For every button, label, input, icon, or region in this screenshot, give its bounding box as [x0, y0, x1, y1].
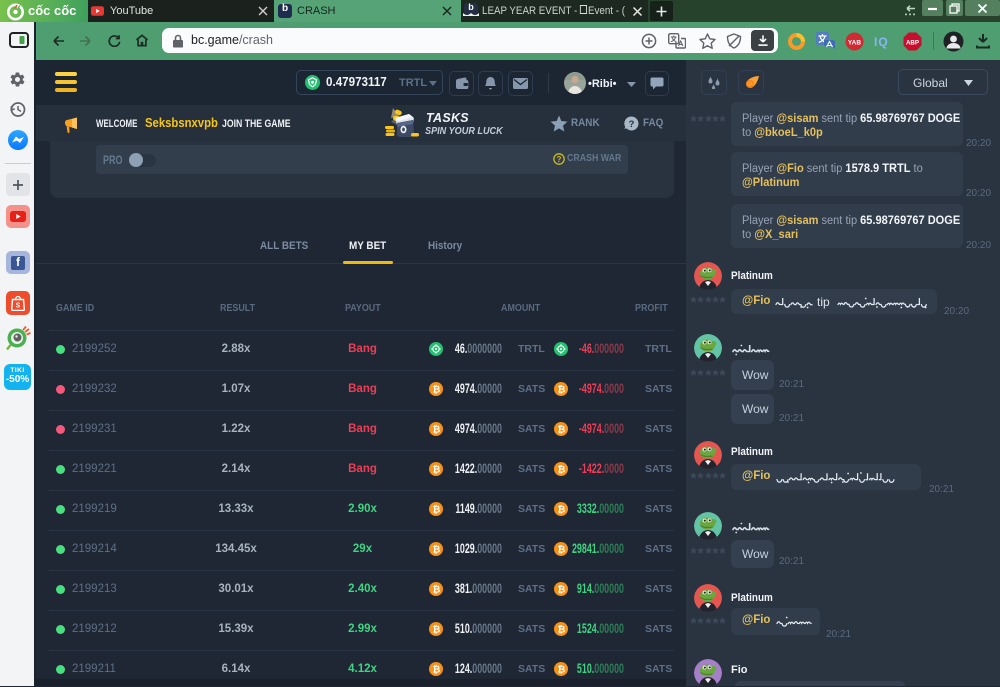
- svg-text:?: ?: [557, 155, 562, 164]
- svg-text:YAB: YAB: [848, 40, 861, 47]
- svg-text:S: S: [16, 303, 21, 310]
- svg-text:ABP: ABP: [906, 39, 919, 46]
- svg-text:B: B: [748, 83, 753, 89]
- svg-text:?: ?: [629, 119, 635, 130]
